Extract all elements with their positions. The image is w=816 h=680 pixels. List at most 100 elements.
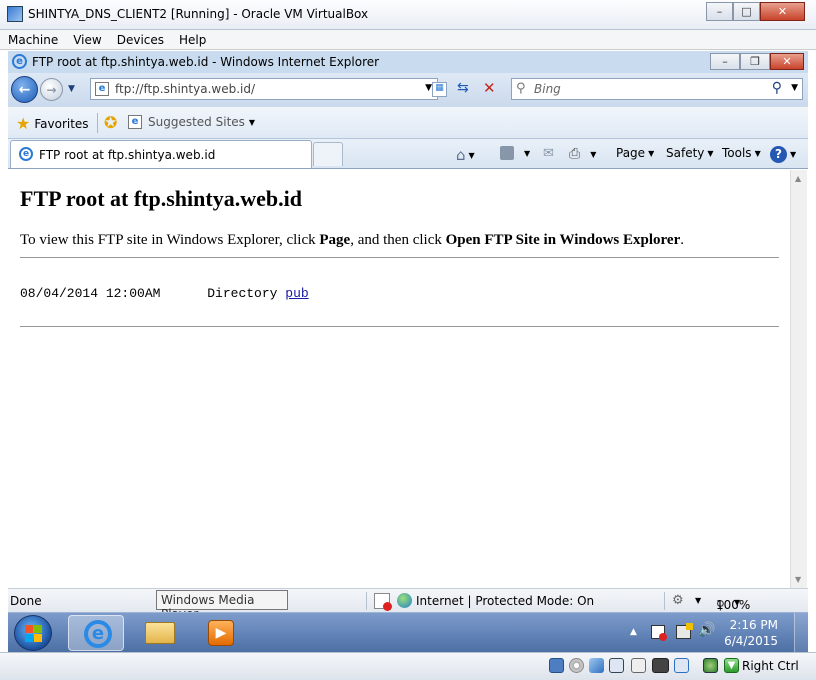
new-tab-button[interactable] [313, 142, 343, 166]
scroll-down-arrow-icon[interactable]: ▼ [795, 575, 801, 584]
rss-feed-icon [500, 146, 514, 160]
start-button[interactable] [14, 615, 52, 651]
feeds-button[interactable]: ▼ [500, 146, 530, 160]
bing-search-icon: ⚲ [516, 81, 526, 96]
help-icon: ? [770, 146, 787, 163]
menu-devices[interactable]: Devices [117, 33, 164, 47]
show-hidden-icons-icon[interactable]: ▲ [630, 627, 637, 637]
ie-restore-button[interactable]: ❐ [740, 53, 770, 70]
address-bar[interactable]: e ftp://ftp.shintya.web.id/ ▼ [90, 78, 438, 100]
close-button[interactable]: ✕ [760, 2, 805, 21]
instructions-page: Page [319, 232, 351, 248]
taskbar-windows-explorer[interactable] [132, 615, 188, 651]
favorites-label: Favorites [34, 116, 89, 131]
windows-logo-icon [24, 624, 42, 642]
taskbar-internet-explorer[interactable]: e [68, 615, 124, 651]
refresh-icon[interactable]: ⇆ [457, 80, 469, 96]
address-input[interactable]: ftp://ftp.shintya.web.id/ [115, 82, 255, 96]
popup-blocked-icon[interactable] [374, 593, 392, 611]
back-button[interactable]: ← [11, 76, 38, 103]
hard-disk-icon[interactable] [549, 658, 564, 673]
search-icon[interactable]: ⚲ [772, 80, 782, 96]
compatibility-view-icon[interactable]: ▦ [432, 82, 447, 97]
ie-title-bar: e FTP root at ftp.shintya.web.id - Windo… [8, 51, 808, 73]
page-menu[interactable]: Page ▼ [616, 146, 654, 160]
tab-ftp-root[interactable]: e FTP root at ftp.shintya.web.id [10, 140, 312, 168]
host-key-label: Right Ctrl [742, 659, 799, 673]
safety-menu[interactable]: Safety ▼ [666, 146, 714, 160]
security-zone-text[interactable]: Internet | Protected Mode: On [416, 594, 594, 608]
network-icon[interactable] [676, 623, 693, 639]
divider-top [20, 257, 779, 258]
favorites-bar: ★ Favorites ✪ e Suggested Sites ▼ [8, 107, 808, 139]
suggested-sites-ie-icon: e [128, 115, 142, 129]
stop-icon[interactable]: ✕ [483, 79, 496, 97]
menu-view[interactable]: View [73, 33, 101, 47]
internet-explorer-icon: e [84, 620, 112, 648]
system-clock[interactable]: 2:16 PM 6/4/2015 [724, 617, 778, 649]
page-menu-label: Page [616, 146, 646, 160]
search-options-chevron-icon[interactable]: ▼ [791, 83, 798, 93]
suggested-sites-button[interactable]: e Suggested Sites ▼ [128, 115, 255, 129]
list-item: 08/04/2014 12:00AM Directory pub [20, 286, 309, 301]
optical-drive-icon[interactable] [569, 658, 584, 673]
entry-date: 08/04/2014 12:00AM [20, 286, 161, 301]
mouse-integration-icon[interactable] [703, 658, 718, 673]
page-ie-icon: e [95, 82, 109, 96]
show-desktop-button[interactable] [794, 613, 808, 653]
minimize-button[interactable]: – [706, 2, 733, 21]
forward-button[interactable]: → [40, 78, 63, 101]
protected-mode-icon[interactable]: ⚙ [672, 593, 684, 608]
tab-bar: e FTP root at ftp.shintya.web.id ⌂ ▼ ▼ ✉ … [8, 139, 808, 169]
menu-machine[interactable]: Machine [8, 33, 58, 47]
vertical-scrollbar[interactable]: ▲ ▼ [790, 170, 807, 588]
print-button[interactable]: ⎙ ▼ [569, 146, 596, 162]
status-chevron-icon[interactable]: ▼ [695, 596, 701, 605]
ie-minimize-button[interactable]: – [710, 53, 740, 70]
search-input[interactable]: Bing [534, 82, 561, 96]
tools-menu[interactable]: Tools ▼ [722, 146, 761, 160]
mail-icon: ✉ [543, 146, 554, 161]
tools-menu-label: Tools [722, 146, 752, 160]
home-icon: ⌂ [456, 146, 466, 164]
help-button[interactable]: ? ▼ [770, 146, 796, 163]
windows-taskbar: e ▶ ▲ 🔊 2:16 PM 6/4/2015 [8, 612, 808, 653]
vbox-menu-bar: Machine View Devices Help [0, 30, 816, 50]
menu-help[interactable]: Help [179, 33, 206, 47]
instructions-suffix: . [680, 232, 684, 248]
favorites-button[interactable]: ★ Favorites [16, 114, 89, 133]
recent-pages-chevron-icon[interactable]: ▼ [68, 84, 75, 94]
clock-date: 6/4/2015 [724, 634, 778, 648]
instructions-mid: , and then click [350, 232, 446, 248]
instructions-open-ftp: Open FTP Site in Windows Explorer [445, 232, 681, 248]
taskbar-windows-media-player[interactable]: ▶ [194, 615, 250, 651]
usb-icon[interactable] [631, 658, 646, 673]
vbox-status-bar: ▼ Right Ctrl [0, 652, 816, 680]
ie-close-button[interactable]: ✕ [770, 53, 804, 70]
maximize-button[interactable]: □ [733, 2, 760, 21]
favorites-star-icon: ★ [16, 114, 31, 133]
status-text: Done [10, 594, 42, 608]
shared-folders-icon[interactable] [652, 658, 669, 673]
ie-logo-icon: e [12, 54, 27, 69]
search-box[interactable]: ⚲ Bing ⚲ ▼ [511, 78, 803, 100]
display-icon[interactable] [674, 658, 689, 673]
status-bar: Done Internet | Protected Mode: On ⚙ ▼ ⚲… [8, 588, 808, 612]
read-mail-button[interactable]: ✉ [543, 146, 554, 161]
vbox-window-title: SHINTYA_DNS_CLIENT2 [Running] - Oracle V… [28, 7, 369, 21]
network-adapter-icon[interactable] [609, 658, 624, 673]
add-to-favorites-bar-icon[interactable]: ✪ [104, 113, 117, 132]
address-dropdown-icon[interactable]: ▼ [425, 83, 432, 93]
divider-bottom [20, 326, 779, 327]
ie-window-title: FTP root at ftp.shintya.web.id - Windows… [32, 55, 380, 69]
suggested-sites-chevron-icon: ▼ [248, 117, 256, 127]
audio-icon[interactable] [589, 658, 604, 673]
directory-link-pub[interactable]: pub [285, 286, 308, 301]
tab-label: FTP root at ftp.shintya.web.id [39, 148, 216, 162]
action-center-flag-icon[interactable] [651, 625, 667, 641]
scroll-up-arrow-icon[interactable]: ▲ [795, 174, 801, 183]
home-button[interactable]: ⌂ ▼ [456, 146, 475, 164]
instructions-text: To view this FTP site in Windows Explore… [20, 232, 684, 249]
toolbar-divider [97, 113, 98, 133]
volume-icon[interactable]: 🔊 [698, 622, 715, 638]
